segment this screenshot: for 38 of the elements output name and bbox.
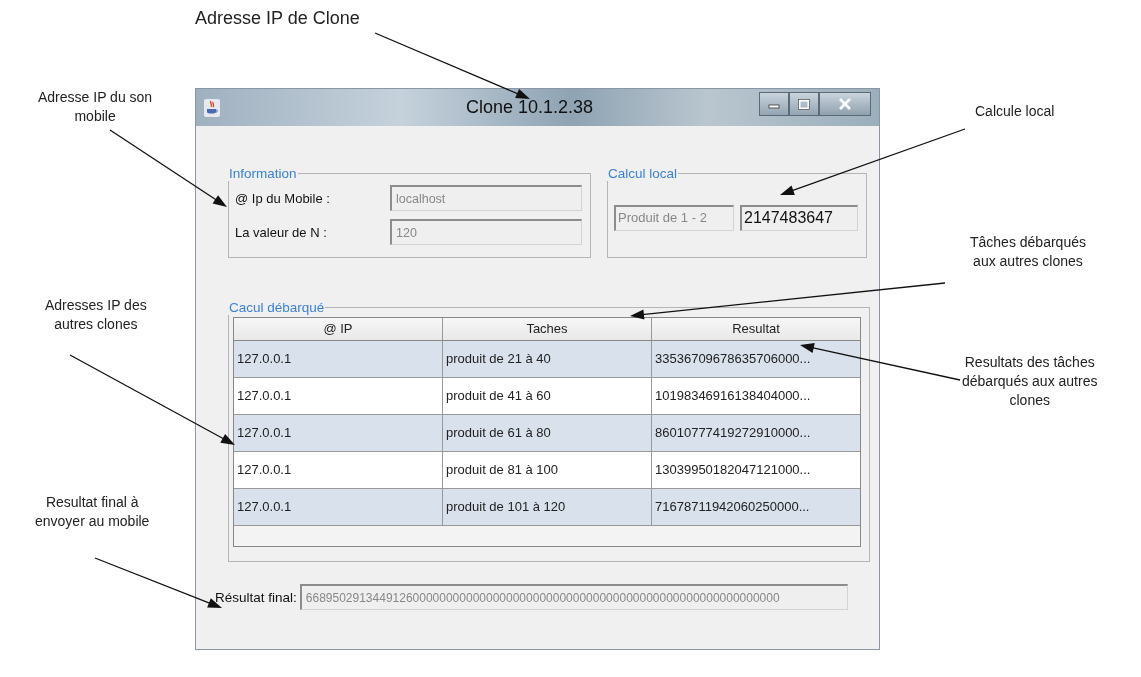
table-cell: 127.0.0.1	[234, 489, 443, 525]
window-title: Clone 10.1.2.38	[466, 97, 594, 118]
result-field[interactable]: 2147483647	[740, 205, 858, 231]
table-cell: produit de 41 à 60	[443, 378, 652, 414]
group-title: Cacul débarqué	[228, 300, 326, 315]
close-button[interactable]	[819, 92, 871, 116]
field-label: Résultat final:	[215, 589, 297, 605]
column-header[interactable]: @ IP	[234, 318, 443, 340]
annotation-label: Tâches débarqués aux autres clones	[970, 233, 1086, 271]
table-cell: produit de 101 à 120	[443, 489, 652, 525]
table-cell: produit de 21 à 40	[443, 341, 652, 377]
table-cell: produit de 81 à 100	[443, 452, 652, 488]
table-cell: 127.0.0.1	[234, 415, 443, 451]
annotation-label: Adresse IP du son mobile	[38, 88, 153, 126]
table-cell-text: 13039950182047121000...	[654, 461, 812, 479]
maximize-button[interactable]	[789, 92, 819, 116]
close-icon	[838, 98, 852, 110]
table-cell-text: 33536709678635706000...	[654, 350, 812, 368]
annotation-label: Adresse IP de Clone	[195, 7, 360, 30]
table-cell-text: 10198346916138404000...	[654, 387, 812, 405]
table-cell: produit de 61 à 80	[443, 415, 652, 451]
field-label: @ Ip du Mobile :	[235, 190, 331, 206]
column-header[interactable]: Resultat	[652, 318, 860, 340]
field-label: La valeur de N :	[235, 224, 328, 240]
group-title: Calcul local	[607, 166, 679, 181]
minimize-button[interactable]	[759, 92, 789, 116]
table-cell: 127.0.0.1	[234, 378, 443, 414]
maximize-icon	[798, 98, 810, 110]
annotation-label: Resultat final à envoyer au mobile	[35, 493, 150, 531]
group-title: Information	[228, 166, 298, 181]
table-cell: 127.0.0.1	[234, 341, 443, 377]
table-cell-text: 71678711942060250000...	[654, 498, 811, 516]
table-cell: 127.0.0.1	[234, 452, 443, 488]
coffee-cup-icon	[204, 98, 220, 117]
annotation-label: Resultats des tâches débarqués aux autres clones	[962, 353, 1098, 410]
table-cell-text: 86010777419272910000...	[654, 424, 812, 442]
annotation-label: Calcule local	[975, 102, 1055, 121]
annotation-label: Adresses IP des autres clones	[45, 296, 147, 334]
